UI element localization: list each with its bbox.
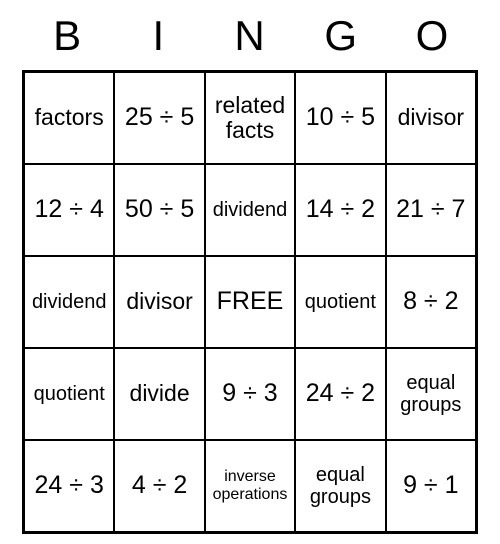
bingo-cell[interactable]: 24 ÷ 2 [295, 348, 385, 440]
bingo-cell[interactable]: factors [24, 72, 114, 164]
bingo-cell[interactable]: divisor [386, 72, 476, 164]
bingo-cell[interactable]: 24 ÷ 3 [24, 440, 114, 532]
bingo-cell[interactable]: 21 ÷ 7 [386, 164, 476, 256]
bingo-cell[interactable]: quotient [295, 256, 385, 348]
header-o: O [387, 6, 478, 70]
header-i: I [113, 6, 204, 70]
header-n: N [204, 6, 295, 70]
bingo-cell[interactable]: equal groups [295, 440, 385, 532]
bingo-cell[interactable]: 9 ÷ 1 [386, 440, 476, 532]
bingo-cell[interactable]: 4 ÷ 2 [114, 440, 204, 532]
bingo-cell[interactable]: 50 ÷ 5 [114, 164, 204, 256]
bingo-cell[interactable]: equal groups [386, 348, 476, 440]
bingo-header: B I N G O [22, 6, 478, 70]
header-g: G [296, 6, 387, 70]
bingo-grid: factors 25 ÷ 5 related facts 10 ÷ 5 divi… [22, 70, 478, 534]
bingo-cell[interactable]: 10 ÷ 5 [295, 72, 385, 164]
bingo-cell[interactable]: 12 ÷ 4 [24, 164, 114, 256]
bingo-cell[interactable]: inverse operations [205, 440, 295, 532]
bingo-cell[interactable]: related facts [205, 72, 295, 164]
header-b: B [22, 6, 113, 70]
bingo-cell[interactable]: 25 ÷ 5 [114, 72, 204, 164]
bingo-cell[interactable]: divide [114, 348, 204, 440]
bingo-cell[interactable]: divisor [114, 256, 204, 348]
bingo-cell[interactable]: dividend [24, 256, 114, 348]
bingo-cell[interactable]: quotient [24, 348, 114, 440]
bingo-cell[interactable]: 9 ÷ 3 [205, 348, 295, 440]
bingo-cell[interactable]: 8 ÷ 2 [386, 256, 476, 348]
bingo-cell[interactable]: dividend [205, 164, 295, 256]
bingo-cell[interactable]: 14 ÷ 2 [295, 164, 385, 256]
bingo-cell-free[interactable]: FREE [205, 256, 295, 348]
bingo-card: B I N G O factors 25 ÷ 5 related facts 1… [22, 6, 478, 534]
